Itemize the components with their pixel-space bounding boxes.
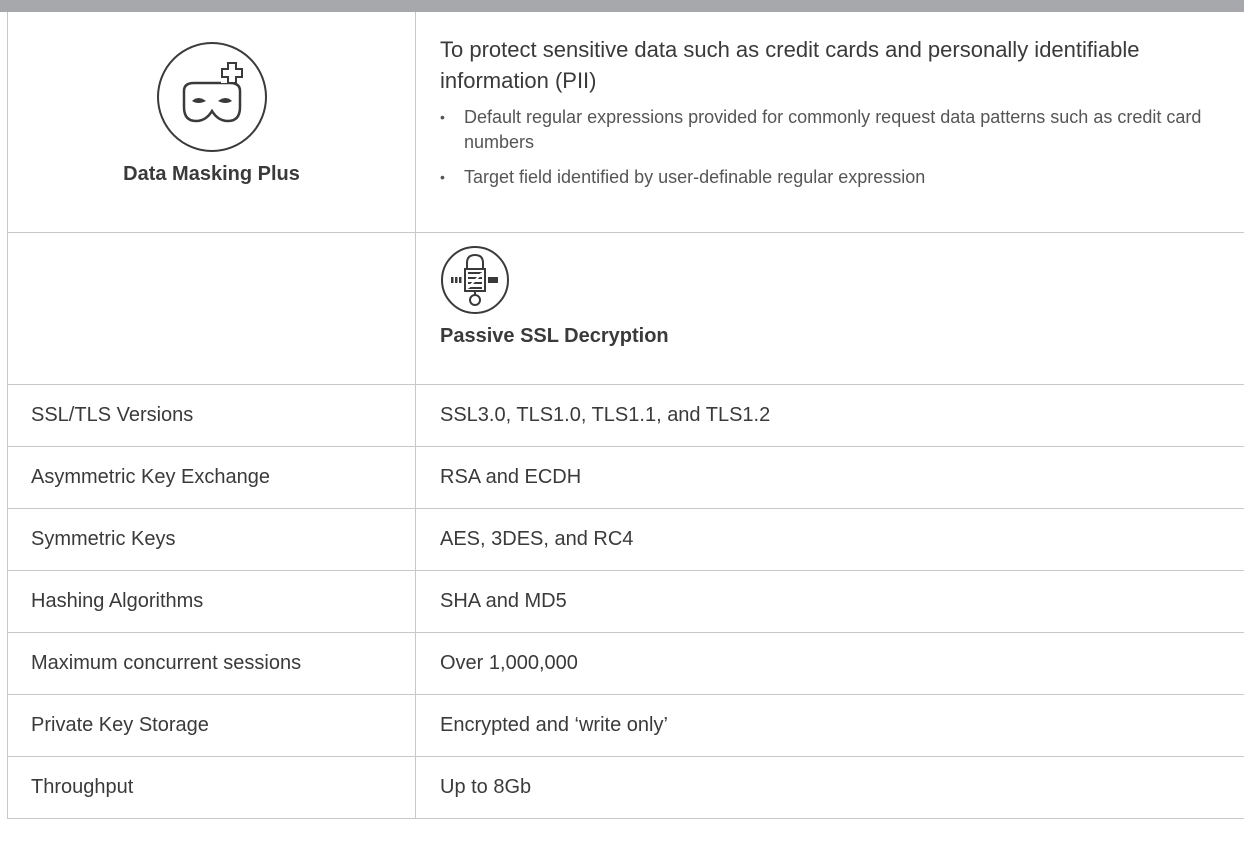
section-title: Passive SSL Decryption bbox=[440, 325, 669, 347]
spec-label: Throughput bbox=[7, 756, 416, 819]
section-row: Passive SSL Decryption bbox=[7, 232, 1244, 385]
mask-plus-icon bbox=[156, 41, 268, 153]
spec-value: AES, 3DES, and RC4 bbox=[415, 508, 1244, 571]
spec-value: SSL3.0, TLS1.0, TLS1.1, and TLS1.2 bbox=[415, 384, 1244, 447]
spec-value: Over 1,000,000 bbox=[415, 632, 1244, 695]
spec-label: Symmetric Keys bbox=[7, 508, 416, 571]
spec-value: RSA and ECDH bbox=[415, 446, 1244, 509]
spec-label: Hashing Algorithms bbox=[7, 570, 416, 633]
section-title-cell: Passive SSL Decryption bbox=[415, 232, 1244, 385]
table-row: Private Key Storage Encrypted and ‘write… bbox=[7, 694, 1244, 757]
table-row: Hashing Algorithms SHA and MD5 bbox=[7, 570, 1244, 633]
list-item: Target field identified by user-definabl… bbox=[440, 165, 1244, 190]
spec-table: Data Masking Plus To protect sensitive d… bbox=[7, 12, 1244, 819]
table-row: Throughput Up to 8Gb bbox=[7, 756, 1244, 819]
table-row: Symmetric Keys AES, 3DES, and RC4 bbox=[7, 508, 1244, 571]
feature-cell: Data Masking Plus bbox=[7, 12, 416, 233]
ssl-lock-icon bbox=[440, 245, 1244, 321]
table-row: SSL/TLS Versions SSL3.0, TLS1.0, TLS1.1,… bbox=[7, 384, 1244, 447]
spec-label: Maximum concurrent sessions bbox=[7, 632, 416, 695]
feature-row: Data Masking Plus To protect sensitive d… bbox=[7, 12, 1244, 233]
spec-value: Encrypted and ‘write only’ bbox=[415, 694, 1244, 757]
spec-value: SHA and MD5 bbox=[415, 570, 1244, 633]
feature-bullets: Default regular expressions provided for… bbox=[440, 105, 1244, 190]
feature-description: To protect sensitive data such as credit… bbox=[440, 37, 1140, 93]
feature-name: Data Masking Plus bbox=[123, 163, 300, 185]
top-bar bbox=[0, 0, 1244, 12]
feature-description-cell: To protect sensitive data such as credit… bbox=[415, 12, 1244, 233]
table-row: Asymmetric Key Exchange RSA and ECDH bbox=[7, 446, 1244, 509]
spec-label: Asymmetric Key Exchange bbox=[7, 446, 416, 509]
table-row: Maximum concurrent sessions Over 1,000,0… bbox=[7, 632, 1244, 695]
spec-label: Private Key Storage bbox=[7, 694, 416, 757]
spec-value: Up to 8Gb bbox=[415, 756, 1244, 819]
spec-label: SSL/TLS Versions bbox=[7, 384, 416, 447]
section-empty-cell bbox=[7, 232, 416, 385]
list-item: Default regular expressions provided for… bbox=[440, 105, 1244, 155]
spec-table-container: Data Masking Plus To protect sensitive d… bbox=[7, 12, 1244, 819]
